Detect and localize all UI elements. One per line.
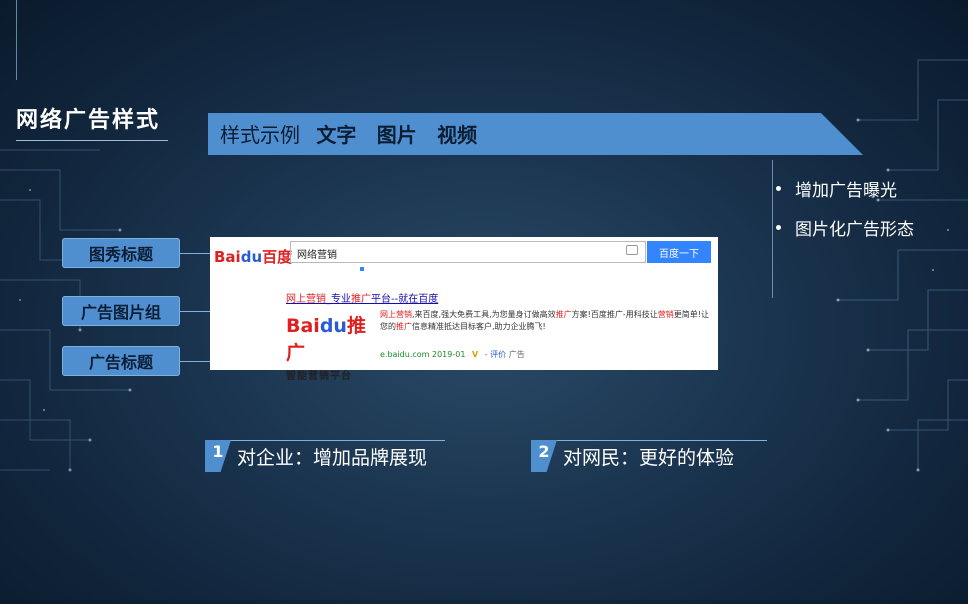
bullet-list: 增加广告曝光 图片化广告形态: [776, 176, 914, 254]
ad-slogan: 智能营销平台: [286, 371, 352, 382]
right-circuit-decoration: [798, 0, 968, 600]
ad-label: 广告: [508, 350, 525, 359]
baidu-logo: Baidu百度: [214, 248, 293, 266]
ad-date: 2019-01: [432, 350, 466, 359]
connector-line: [180, 361, 210, 362]
bullet-text: 图片化广告形态: [795, 220, 914, 240]
point-line: [531, 440, 767, 441]
right-accent-line: [772, 160, 773, 298]
connector-line: [180, 311, 210, 312]
bullet-dot-icon: [776, 186, 781, 191]
point-number: 1: [205, 440, 231, 472]
blue-marker: [360, 267, 364, 271]
baidu-search-screenshot: Baidu百度 网络营销 百度一下 网上营销_专业推广平台--就在百度 Baid…: [210, 237, 718, 382]
ad-title-link[interactable]: 网上营销_专业推广平台--就在百度: [286, 290, 438, 305]
bullet-item: 增加广告曝光: [776, 176, 914, 201]
ad-url[interactable]: e.baidu.com: [380, 350, 429, 359]
point-number: 2: [531, 440, 557, 472]
style-banner: 样式示例 文字 图片 视频: [208, 113, 863, 155]
title-underline: [16, 140, 168, 141]
bullet-item: 图片化广告形态: [776, 215, 914, 240]
point-text: 对网民：更好的体验: [563, 447, 735, 469]
connector-line: [180, 253, 210, 254]
ad-image[interactable]: Baidu推广 智能营销平台: [286, 311, 374, 382]
tag-ad-image-group: 广告图片组: [62, 296, 180, 326]
review-link[interactable]: 评价: [490, 350, 506, 359]
ad-url-line: e.baidu.com 2019-01 V - 评价 广告: [380, 350, 525, 359]
ad-description: 网上营销,来百度,强大免费工具,为您量身订做高效推广方案!百度推广-用科技让营销…: [380, 310, 709, 331]
tag-ad-title: 广告标题: [62, 346, 180, 376]
tag-image-title: 图秀标题: [62, 238, 180, 268]
point-enterprise: 1 对企业：增加品牌展现: [205, 440, 445, 472]
banner-item-text: 文字: [316, 123, 357, 147]
point-netizen: 2 对网民：更好的体验: [531, 440, 767, 472]
page-title: 网络广告样式: [16, 108, 161, 133]
banner-text: 样式示例 文字 图片 视频: [220, 119, 491, 148]
search-input[interactable]: 网络营销: [290, 241, 646, 263]
bullet-text: 增加广告曝光: [795, 181, 897, 201]
left-accent-line: [16, 0, 17, 80]
v-badge-icon: V: [471, 350, 479, 359]
banner-item-image: 图片: [376, 123, 417, 147]
point-text: 对企业：增加品牌展现: [237, 447, 428, 469]
point-line: [205, 440, 445, 441]
bullet-dot-icon: [776, 225, 781, 230]
search-button[interactable]: 百度一下: [647, 241, 711, 263]
banner-item-video: 视频: [437, 123, 478, 147]
banner-lead: 样式示例: [220, 123, 300, 147]
camera-icon[interactable]: [626, 245, 638, 255]
